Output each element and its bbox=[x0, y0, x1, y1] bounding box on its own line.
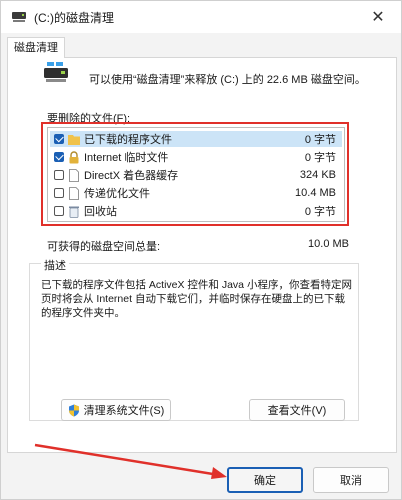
file-size: 0 字节 bbox=[304, 206, 336, 218]
description-title: 描述 bbox=[41, 257, 69, 273]
description-text: 已下载的程序文件包括 ActiveX 控件和 Java 小程序，你查看特定网页时… bbox=[41, 279, 352, 319]
checkbox[interactable] bbox=[54, 206, 64, 216]
recycle-bin-icon bbox=[69, 206, 79, 218]
checkbox[interactable] bbox=[54, 134, 64, 144]
checkbox[interactable] bbox=[54, 152, 64, 162]
close-button[interactable]: ✕ bbox=[363, 5, 393, 29]
ok-label: 确定 bbox=[254, 475, 276, 487]
file-icon bbox=[69, 186, 79, 200]
shield-icon bbox=[68, 404, 79, 416]
drive-icon bbox=[44, 62, 68, 82]
list-item[interactable]: 已下载的程序文件 0 字节 bbox=[50, 131, 342, 147]
file-size: 0 字节 bbox=[304, 152, 336, 164]
file-name: 回收站 bbox=[84, 206, 117, 218]
list-item[interactable]: Internet 临时文件 0 字节 bbox=[50, 149, 342, 165]
list-item[interactable]: DirectX 着色器缓存 324 KB bbox=[50, 167, 342, 183]
total-space-value: 10.0 MB bbox=[308, 238, 349, 250]
view-files-button[interactable]: 查看文件(V) bbox=[249, 399, 345, 421]
file-name: 已下载的程序文件 bbox=[84, 134, 172, 146]
cancel-button[interactable]: 取消 bbox=[313, 467, 389, 493]
clean-system-files-label: 清理系统文件(S) bbox=[83, 405, 165, 417]
file-size: 324 KB bbox=[299, 169, 336, 181]
close-icon: ✕ bbox=[371, 9, 385, 26]
file-name: Internet 临时文件 bbox=[84, 152, 169, 164]
title-bar: (C:)的磁盘清理 ✕ bbox=[1, 1, 401, 33]
list-item[interactable]: 回收站 0 字节 bbox=[50, 203, 342, 219]
drive-icon bbox=[12, 12, 26, 22]
folder-icon bbox=[68, 134, 80, 145]
ok-button[interactable]: 确定 bbox=[227, 467, 303, 493]
total-space-label: 可获得的磁盘空间总量: bbox=[47, 241, 161, 253]
file-icon bbox=[69, 168, 79, 182]
checkbox[interactable] bbox=[54, 188, 64, 198]
file-name: DirectX 着色器缓存 bbox=[84, 170, 179, 182]
cancel-label: 取消 bbox=[340, 475, 362, 487]
window-title: (C:)的磁盘清理 bbox=[34, 10, 114, 25]
file-name: 传递优化文件 bbox=[84, 188, 150, 200]
list-item[interactable]: 传递优化文件 10.4 MB bbox=[50, 185, 342, 201]
view-files-label: 查看文件(V) bbox=[267, 405, 327, 417]
file-size: 0 字节 bbox=[304, 134, 336, 146]
lock-icon bbox=[69, 150, 79, 163]
tab-disk-cleanup[interactable]: 磁盘清理 bbox=[7, 37, 65, 58]
checkbox[interactable] bbox=[54, 170, 64, 180]
file-size: 10.4 MB bbox=[295, 187, 336, 199]
files-list[interactable]: 已下载的程序文件 0 字节 Internet 临时文件 0 字节 DirectX… bbox=[47, 127, 345, 222]
summary-text: 可以使用“磁盘清理”来释放 (C:) 上的 22.6 MB 磁盘空间。 bbox=[89, 74, 366, 86]
files-label: 要删除的文件(F): bbox=[47, 113, 131, 125]
disk-cleanup-dialog: (C:)的磁盘清理 ✕ 磁盘清理 可以使用“磁盘清理”来释放 (C:) 上的 2… bbox=[0, 0, 402, 500]
clean-system-files-button[interactable]: 清理系统文件(S) bbox=[61, 399, 171, 421]
